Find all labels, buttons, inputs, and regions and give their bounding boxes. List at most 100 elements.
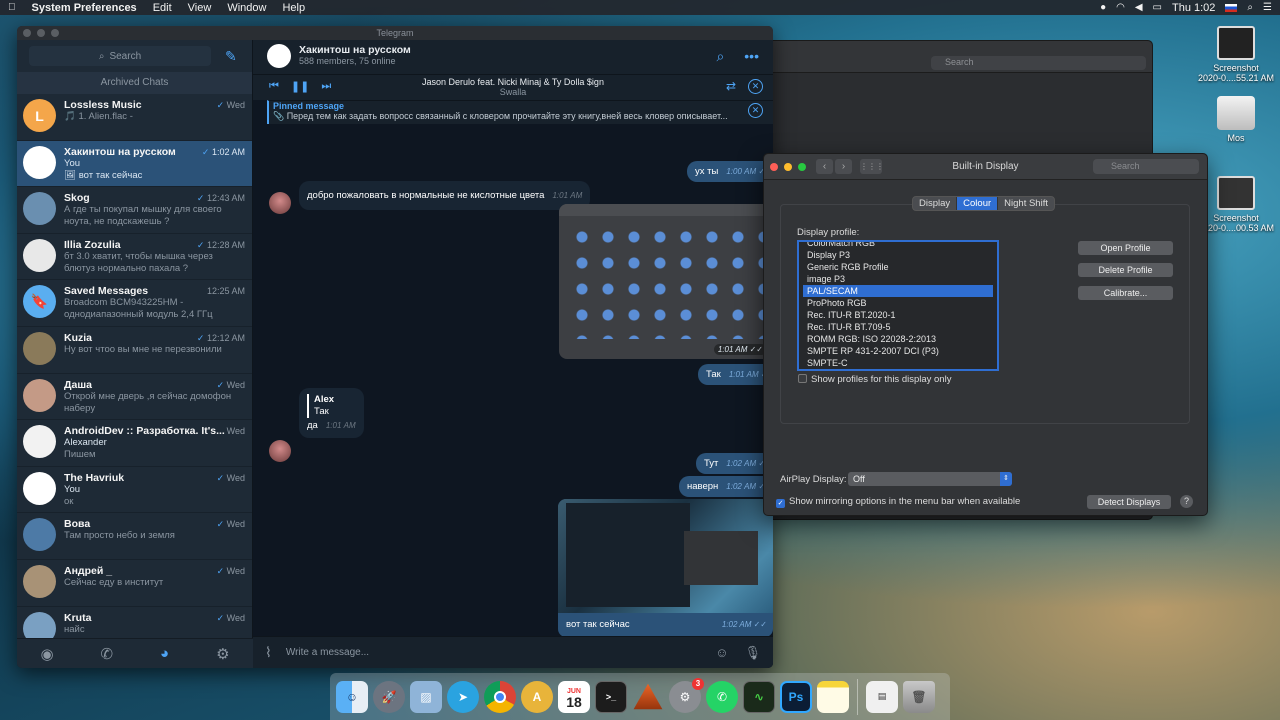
chats-icon[interactable]: ◕	[160, 645, 169, 662]
minimize-button[interactable]	[37, 29, 45, 37]
profile-list[interactable]: ColorMatch RGB Display P3 Generic RGB Prof…	[797, 240, 999, 371]
previous-track-icon[interactable]: ⏮	[269, 80, 279, 93]
tab-colour[interactable]: Colour	[957, 197, 999, 210]
chat-list-item[interactable]: 🔖 Saved Messages Broadcom BCM943225HM - …	[17, 280, 252, 327]
next-track-icon[interactable]: ⏭	[321, 80, 331, 93]
profile-list-item[interactable]: Display P3	[803, 249, 993, 261]
reply-quote[interactable]: Alex Так	[307, 394, 356, 418]
app-installer-icon[interactable]: A	[521, 680, 553, 713]
chat-header[interactable]: Хакинтош на русском 588 members, 75 onli…	[253, 40, 773, 74]
close-button[interactable]	[23, 29, 31, 37]
message-input[interactable]: Write a message...	[286, 647, 715, 658]
message-bubble[interactable]: Тут 1:02 AM ✓✓	[696, 453, 773, 474]
chat-list-item[interactable]: Даша Открой мне дверь ,я сейчас домофон …	[17, 374, 252, 421]
message-bubble[interactable]: добро пожаловать в нормальные не кислотн…	[299, 181, 591, 210]
preview-icon[interactable]: ▨	[410, 680, 442, 713]
message-bubble[interactable]: Alex Так да 1:01 AM	[299, 388, 364, 438]
compose-icon[interactable]: ✎	[225, 48, 237, 65]
profile-list-item[interactable]: PAL/SECAM	[803, 285, 993, 297]
chat-list-item[interactable]: AndroidDev :: Разработка. It's... Alexan…	[17, 420, 252, 467]
settings-gear-icon[interactable]: ⚙	[216, 645, 229, 663]
chat-list-item[interactable]: Андрей _ Сейчас еду в институт ✓ Wed	[17, 560, 252, 607]
profile-list-item[interactable]: ProPhoto RGB	[803, 297, 993, 309]
minimize-button[interactable]	[784, 163, 792, 171]
search-icon[interactable]: ⌕	[1247, 2, 1253, 13]
profile-list-item[interactable]: SMPTE-C	[803, 357, 993, 369]
zoom-button[interactable]	[798, 163, 806, 171]
screenshot-photo-message[interactable]: вот так сейчас 1:02 AM ✓✓	[558, 499, 773, 637]
mirroring-option[interactable]: ✓ Show mirroring options in the menu bar …	[776, 496, 1020, 508]
profile-list-item[interactable]: Rec. ITU-R BT.709-5	[803, 321, 993, 333]
whatsapp-icon[interactable]: ✆	[706, 680, 738, 713]
avatar[interactable]	[269, 440, 291, 462]
status-icon[interactable]: ●	[1100, 2, 1106, 13]
screenshot-photo-message[interactable]: 1:01 AM ✓✓	[559, 204, 773, 359]
emoji-icon[interactable]: ☺	[715, 645, 728, 660]
pause-icon[interactable]: ❚❚	[291, 80, 309, 93]
chat-list-item[interactable]: Illia Zozulia бт 3.0 хватит, чтобы мышка…	[17, 234, 252, 281]
mirroring-checkbox[interactable]: ✓	[776, 499, 785, 508]
message-bubble[interactable]: ух ты 1:00 AM ✓✓	[687, 161, 773, 182]
desktop-screenshot-2[interactable]: Screenshot 2020-0....00.53 AM	[1196, 176, 1276, 233]
terminal-icon[interactable]: >_	[595, 680, 627, 713]
notes-icon[interactable]	[817, 680, 849, 713]
repeat-icon[interactable]: ⇄	[726, 79, 736, 94]
show-profiles-option[interactable]: Show profiles for this display only	[798, 374, 951, 385]
zoom-button[interactable]	[51, 29, 59, 37]
tab-display[interactable]: Display	[913, 197, 958, 210]
calibrate-button[interactable]: Calibrate...	[1078, 286, 1173, 300]
chat-list-item[interactable]: L Lossless Music 🎵 1. Alien.flac - ✓ Wed	[17, 94, 252, 141]
finder-icon[interactable]: ☺	[336, 680, 368, 713]
photoshop-icon[interactable]: Ps	[780, 680, 812, 713]
launchpad-icon[interactable]: 🚀	[373, 680, 405, 713]
chrome-icon[interactable]	[484, 680, 516, 713]
open-profile-button[interactable]: Open Profile	[1078, 241, 1173, 255]
avatar[interactable]	[269, 192, 291, 214]
volume-icon[interactable]: ◀	[1135, 2, 1143, 13]
chat-list-item[interactable]: The Havriuk You ок ✓ Wed	[17, 467, 252, 514]
chat-list-item[interactable]: Kuzia Ну вот чтоо вы мне не перезвонили …	[17, 327, 252, 374]
search-input[interactable]: ⌕ Search	[29, 46, 211, 66]
profile-list-item[interactable]: Rec. ITU-R BT.2020-1	[803, 309, 993, 321]
profile-list-item[interactable]: ColorMatch RGB	[803, 242, 993, 249]
close-player-icon[interactable]: ✕	[748, 79, 763, 94]
calendar-icon[interactable]: JUN 18	[558, 680, 590, 713]
profile-list-item[interactable]: image P3	[803, 273, 993, 285]
menu-list-icon[interactable]: ☰	[1263, 2, 1272, 13]
profile-list-item[interactable]: ROMM RGB: ISO 22028-2:2013	[803, 333, 993, 345]
system-preferences-icon[interactable]: ⚙ 3	[669, 677, 704, 713]
menu-window[interactable]: Window	[227, 2, 266, 14]
menu-view[interactable]: View	[188, 2, 212, 14]
tab-night-shift[interactable]: Night Shift	[998, 197, 1054, 210]
calls-icon[interactable]: ✆	[101, 645, 114, 663]
chat-list-item[interactable]: Вова Там просто небо и земля ✓ Wed	[17, 513, 252, 560]
wifi-icon[interactable]: ◠	[1116, 2, 1125, 13]
search-field[interactable]: Search	[1093, 159, 1199, 174]
archived-chats[interactable]: Archived Chats	[17, 72, 252, 94]
battery-icon[interactable]: ▭	[1153, 2, 1162, 13]
trash-icon[interactable]: 🗑	[903, 680, 935, 713]
forward-chevron-icon[interactable]: ›	[835, 159, 852, 174]
document-icon[interactable]: ▤	[866, 680, 898, 713]
desktop-drive[interactable]: Mos	[1196, 96, 1276, 143]
show-profiles-checkbox[interactable]	[798, 374, 807, 383]
airplay-select[interactable]: Off ⇕	[848, 472, 1012, 486]
contacts-icon[interactable]: ◉	[40, 645, 53, 663]
profile-list-item[interactable]: SMPTE RP 431-2-2007 DCI (P3)	[803, 345, 993, 357]
apple-icon[interactable]: 	[8, 2, 16, 13]
activity-monitor-icon[interactable]: ∿	[743, 680, 775, 713]
more-icon[interactable]: •••	[744, 48, 759, 65]
help-icon[interactable]: ?	[1180, 495, 1193, 508]
pinned-message-bar[interactable]: Pinned message 📎 Перед тем как задать во…	[267, 100, 773, 124]
flag-icon[interactable]	[1225, 3, 1238, 12]
back-chevron-icon[interactable]: ‹	[816, 159, 833, 174]
show-all-grid-icon[interactable]: ⋮⋮⋮	[860, 159, 884, 174]
menu-app-name[interactable]: System Preferences	[32, 2, 137, 14]
message-bubble[interactable]: наверн 1:02 AM ✓✓	[679, 476, 773, 497]
close-button[interactable]	[770, 163, 778, 171]
desktop-screenshot-1[interactable]: Screenshot 2020-0....55.21 AM	[1196, 26, 1276, 83]
close-pinned-icon[interactable]: ✕	[748, 103, 763, 118]
search-field[interactable]: Search	[931, 56, 1146, 70]
triangle-app-icon[interactable]	[633, 683, 663, 710]
menu-help[interactable]: Help	[282, 2, 305, 14]
